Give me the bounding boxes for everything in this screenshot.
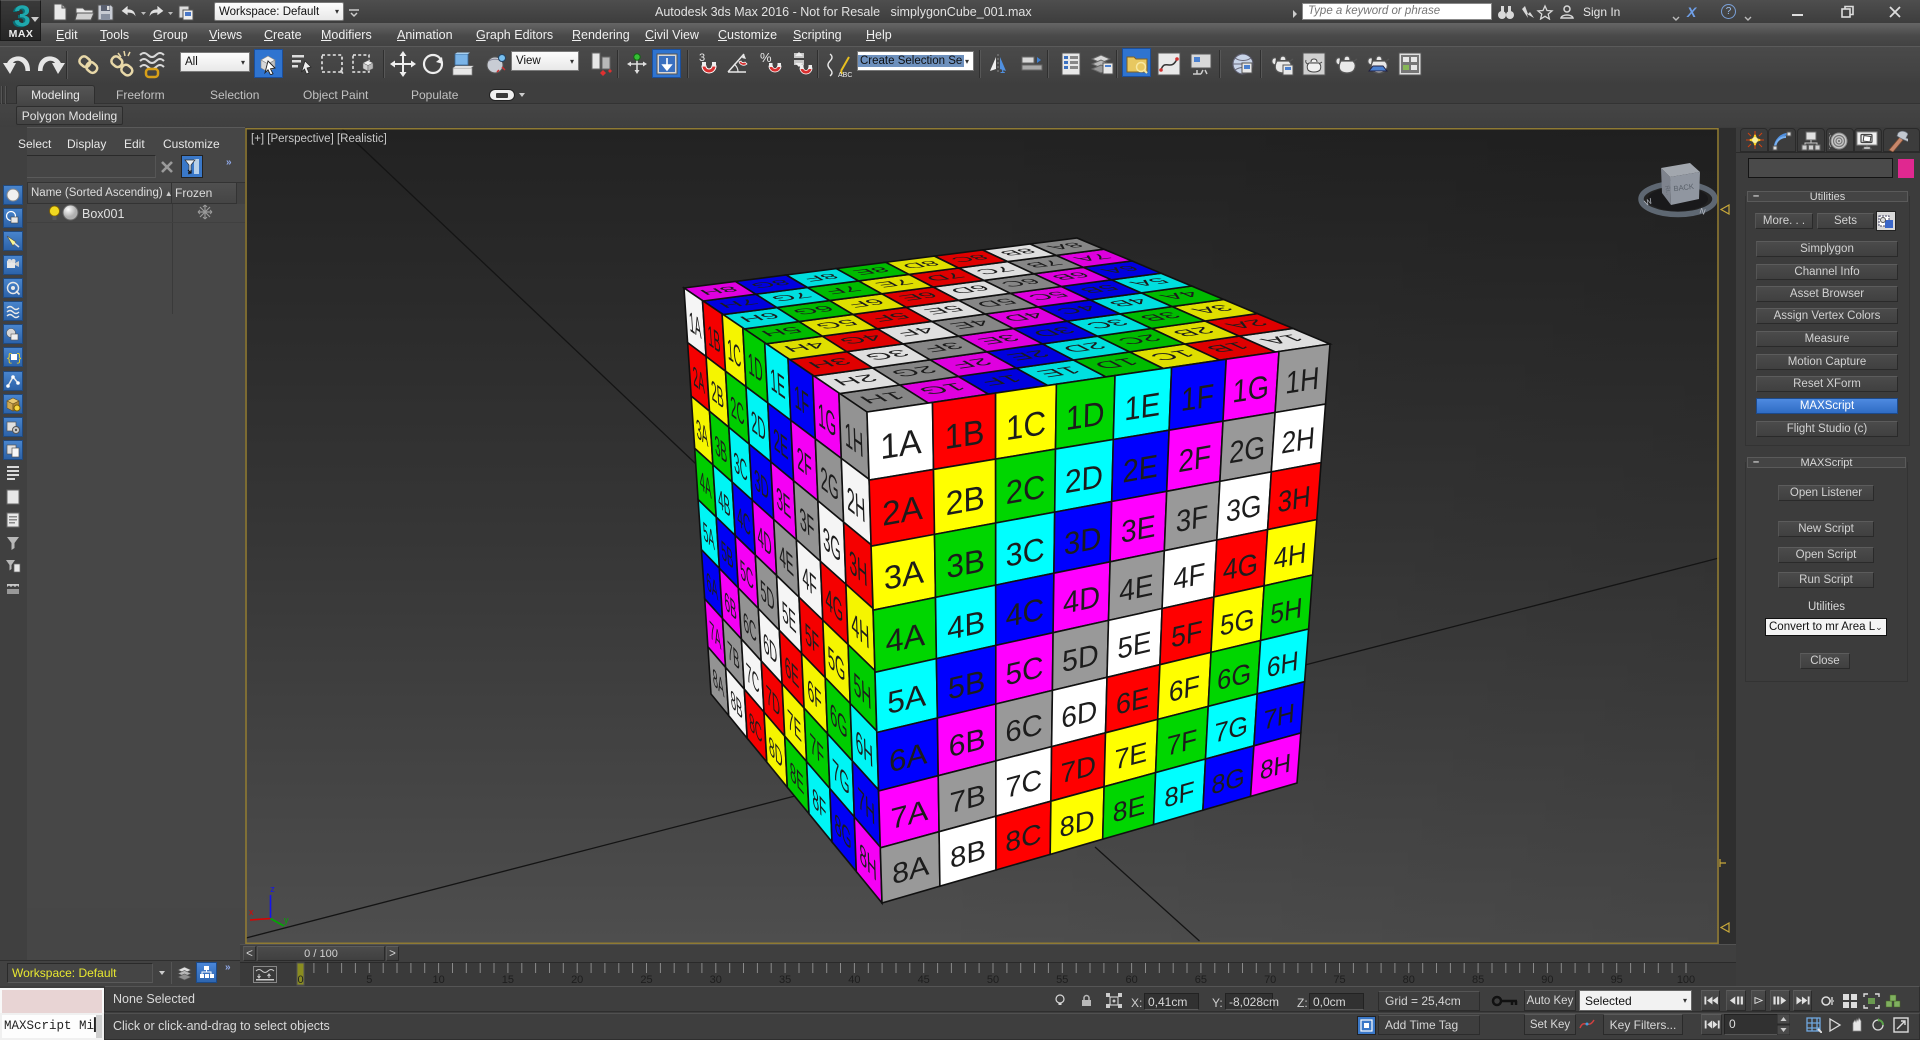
svg-text:1A: 1A: [880, 422, 923, 467]
svg-text:3E: 3E: [1120, 509, 1156, 550]
svg-text:4E: 4E: [1119, 568, 1154, 609]
svg-text:[+] [Perspective] [Realistic]: [+] [Perspective] [Realistic]: [251, 133, 387, 145]
svg-text:5: 5: [366, 974, 372, 986]
svg-text:1B: 1B: [945, 412, 985, 457]
svg-text:2F: 2F: [1178, 439, 1212, 479]
svg-text:45: 45: [918, 974, 930, 986]
svg-text:3G: 3G: [1225, 489, 1262, 530]
svg-text:2E: 2E: [1122, 448, 1158, 490]
svg-text:4F: 4F: [1173, 557, 1206, 597]
svg-text:x: x: [249, 907, 254, 917]
svg-text:1D: 1D: [1065, 394, 1104, 438]
svg-text:}: }: [16, 353, 21, 365]
svg-text:3B: 3B: [946, 542, 985, 586]
svg-text:30: 30: [710, 974, 722, 986]
svg-text:1C: 1C: [1006, 403, 1046, 448]
svg-text:3H: 3H: [1277, 480, 1312, 519]
svg-text:2B: 2B: [945, 478, 984, 522]
svg-text:85: 85: [1472, 974, 1484, 986]
svg-text:3F: 3F: [1175, 499, 1209, 540]
svg-text:1H: 1H: [1284, 362, 1320, 402]
svg-text:1: 1: [1000, 65, 1005, 75]
svg-text:25: 25: [640, 974, 652, 986]
svg-text:70: 70: [1264, 974, 1276, 986]
svg-text:3A: 3A: [883, 553, 925, 598]
svg-text:80: 80: [1403, 974, 1415, 986]
svg-text:10: 10: [432, 974, 444, 986]
svg-text:3D: 3D: [1064, 519, 1102, 562]
svg-text:1F: 1F: [1180, 377, 1215, 418]
svg-text:2D: 2D: [1065, 458, 1104, 501]
svg-text:60: 60: [1125, 974, 1137, 986]
svg-text:3C: 3C: [1006, 530, 1045, 574]
svg-text:35: 35: [779, 974, 791, 986]
svg-text:2G: 2G: [1228, 430, 1266, 471]
svg-text:2A: 2A: [882, 489, 924, 534]
svg-text:20: 20: [571, 974, 583, 986]
svg-text:55: 55: [1056, 974, 1068, 986]
svg-text:2H: 2H: [1280, 421, 1316, 461]
svg-text:z: z: [270, 884, 275, 894]
svg-text:1E: 1E: [1124, 386, 1161, 428]
svg-text:65: 65: [1195, 974, 1207, 986]
svg-text:95: 95: [1611, 974, 1623, 986]
svg-text:0: 0: [297, 974, 303, 986]
svg-text:5H: 5H: [1269, 591, 1303, 631]
svg-text:3: 3: [14, 1, 31, 30]
svg-text:100: 100: [1677, 974, 1695, 986]
svg-text:50: 50: [987, 974, 999, 986]
svg-text:15: 15: [502, 974, 514, 986]
svg-text:%: %: [760, 50, 772, 65]
svg-text:90: 90: [1541, 974, 1553, 986]
svg-text:y: y: [284, 915, 289, 925]
svg-text:ABC: ABC: [838, 72, 852, 77]
svg-text:40: 40: [848, 974, 860, 986]
svg-text:1G: 1G: [1232, 369, 1270, 410]
svg-text:75: 75: [1333, 974, 1345, 986]
svg-text:4D: 4D: [1063, 580, 1101, 621]
svg-text:2C: 2C: [1006, 468, 1046, 512]
